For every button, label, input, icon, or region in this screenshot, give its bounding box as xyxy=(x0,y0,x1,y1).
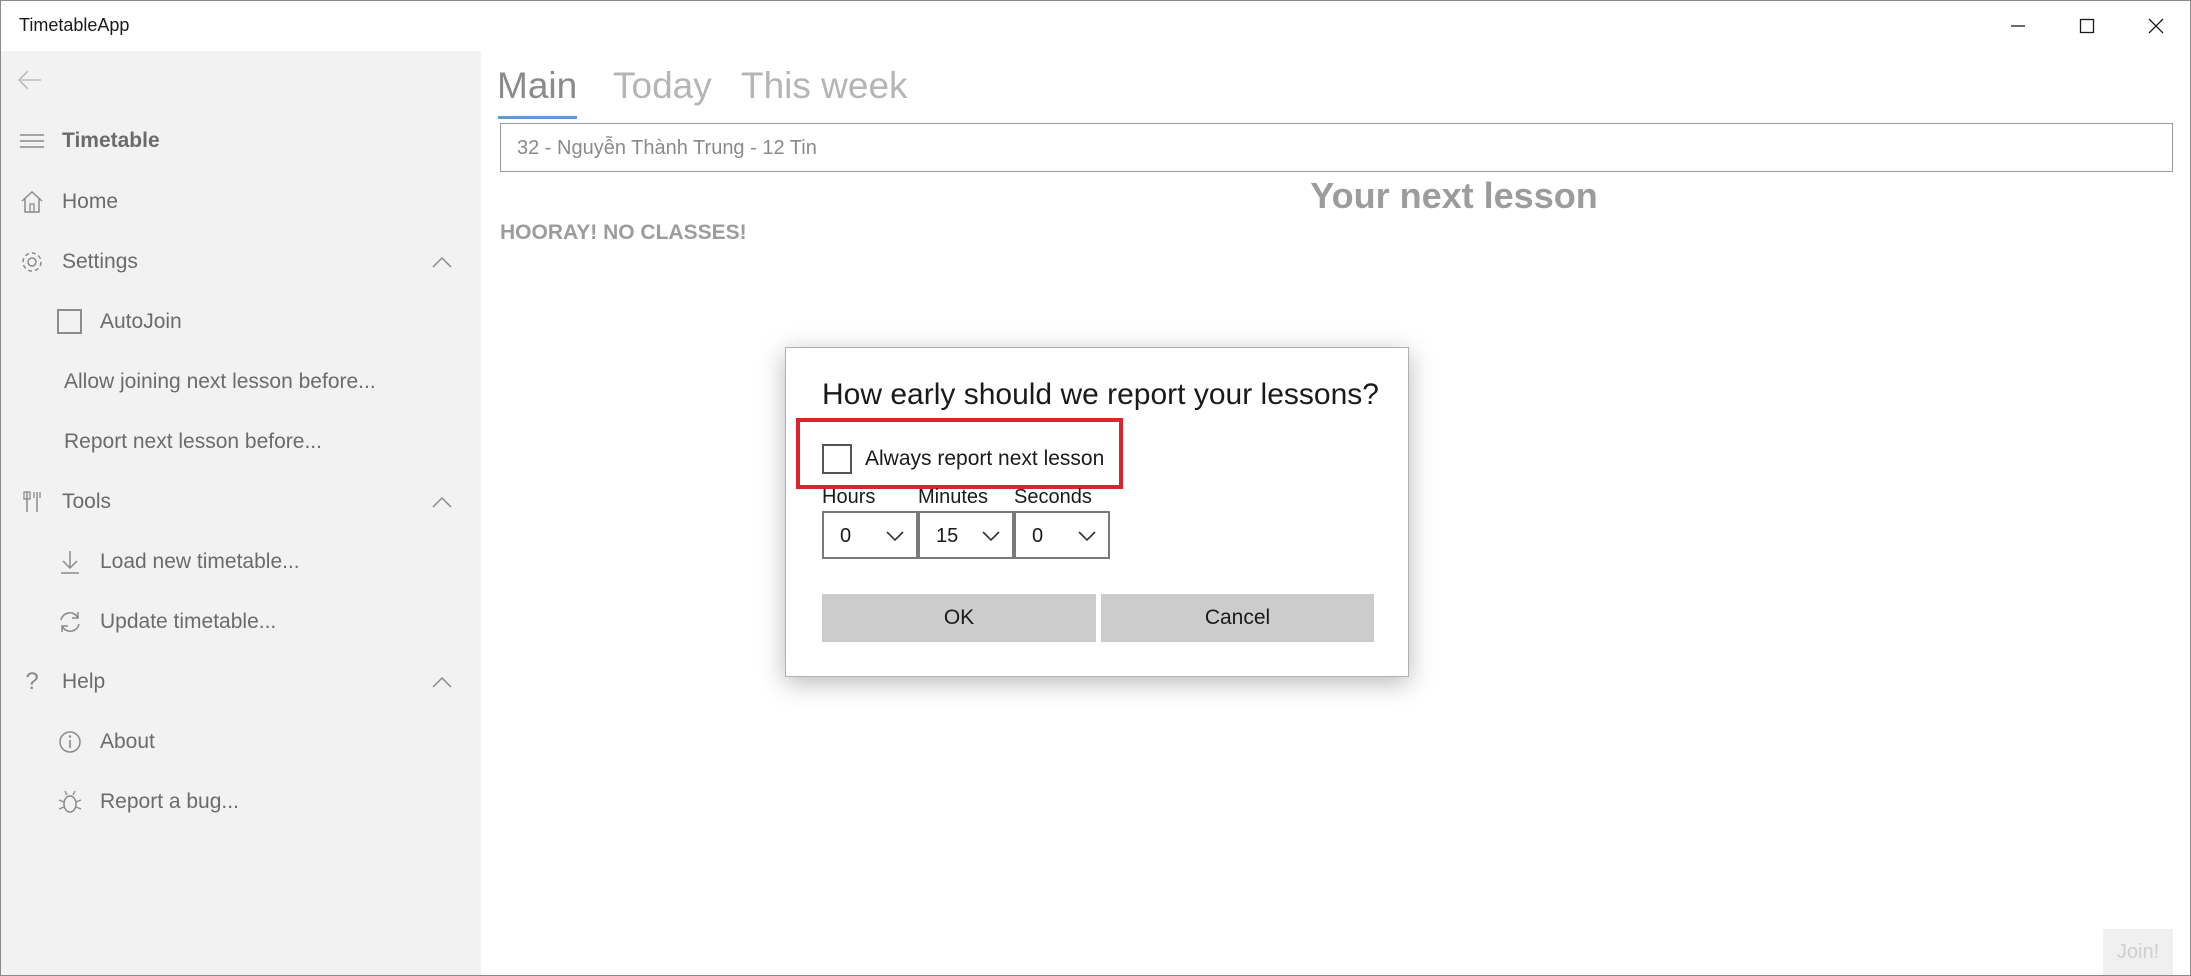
hours-select[interactable]: 0 xyxy=(822,511,918,559)
chevron-up-icon[interactable] xyxy=(429,249,455,275)
sidebar-item-load-timetable[interactable]: Load new timetable... xyxy=(1,537,481,587)
sidebar-item-label: Tools xyxy=(62,490,112,513)
sidebar-item-help[interactable]: ? Help xyxy=(1,657,481,707)
hours-value: 0 xyxy=(840,525,852,547)
next-lesson-heading: Your next lesson xyxy=(1310,175,1598,216)
chevron-down-icon xyxy=(886,531,904,542)
info-icon xyxy=(55,727,85,757)
maximize-button[interactable] xyxy=(2052,1,2122,51)
student-value: 32 - Nguyễn Thành Trung - 12 Tin xyxy=(517,137,817,159)
tab-this-week[interactable]: This week xyxy=(741,65,908,107)
dialog-title: How early should we report your lessons? xyxy=(822,378,1379,411)
ok-button[interactable]: OK xyxy=(822,594,1096,642)
sidebar-item-tools[interactable]: Tools xyxy=(1,477,481,527)
sidebar-item-about[interactable]: About xyxy=(1,717,481,767)
sidebar-item-label: Settings xyxy=(62,250,138,273)
minutes-select[interactable]: 15 xyxy=(918,511,1014,559)
title-bar: TimetableApp xyxy=(1,1,2190,51)
seconds-label: Seconds xyxy=(1014,486,1092,508)
autojoin-checkbox[interactable] xyxy=(57,309,82,334)
seconds-select[interactable]: 0 xyxy=(1014,511,1110,559)
seconds-value: 0 xyxy=(1032,525,1044,547)
lesson-status: HOORAY! NO CLASSES! xyxy=(500,221,747,244)
chevron-up-icon[interactable] xyxy=(429,489,455,515)
app-window: TimetableApp Timetable Home Settings Aut… xyxy=(0,0,2191,976)
hamburger-icon xyxy=(17,126,47,156)
home-icon xyxy=(17,187,47,217)
minutes-label: Minutes xyxy=(918,486,989,508)
tab-main[interactable]: Main xyxy=(497,65,577,107)
gear-icon xyxy=(17,247,47,277)
chevron-down-icon xyxy=(1078,531,1096,542)
close-button[interactable] xyxy=(2121,1,2190,51)
refresh-icon xyxy=(55,607,85,637)
help-icon: ? xyxy=(25,668,39,695)
sidebar-item-label: Help xyxy=(62,670,106,693)
tab-indicator xyxy=(498,116,577,119)
bug-icon xyxy=(55,787,85,817)
minutes-value: 15 xyxy=(936,525,959,547)
sidebar-item-report-next[interactable]: Report next lesson before... xyxy=(1,417,481,467)
sidebar-item-label: Load new timetable... xyxy=(100,550,300,573)
maximize-icon xyxy=(2079,18,2095,34)
always-report-checkbox[interactable] xyxy=(822,444,852,474)
tools-icon xyxy=(17,487,47,517)
sidebar-title: Timetable xyxy=(62,129,160,152)
sidebar-item-home[interactable]: Home xyxy=(1,177,481,227)
sidebar-item-label: Report a bug... xyxy=(100,790,239,813)
sidebar-item-update-timetable[interactable]: Update timetable... xyxy=(1,597,481,647)
report-timing-dialog: How early should we report your lessons?… xyxy=(785,347,1409,677)
sidebar-item-label: About xyxy=(100,730,155,753)
sidebar-item-settings[interactable]: Settings xyxy=(1,237,481,287)
tab-today[interactable]: Today xyxy=(613,65,712,107)
cancel-button[interactable]: Cancel xyxy=(1101,594,1374,642)
app-title: TimetableApp xyxy=(19,15,130,35)
close-icon xyxy=(2148,18,2164,34)
sidebar-item-autojoin[interactable]: AutoJoin xyxy=(1,297,481,347)
chevron-down-icon xyxy=(982,531,1000,542)
back-arrow-icon xyxy=(17,70,41,90)
minimize-button[interactable] xyxy=(1983,1,2053,51)
sidebar-header[interactable]: Timetable xyxy=(1,116,481,166)
hours-label: Hours xyxy=(822,486,876,508)
sidebar-item-label: Allow joining next lesson before... xyxy=(64,370,376,393)
sidebar-item-label: AutoJoin xyxy=(100,310,182,333)
sidebar: Timetable Home Settings AutoJoin Allow j… xyxy=(1,51,481,975)
back-button[interactable] xyxy=(15,65,55,95)
sidebar-item-allow-joining[interactable]: Allow joining next lesson before... xyxy=(1,357,481,407)
join-button[interactable]: Join! xyxy=(2103,929,2173,975)
always-report-label: Always report next lesson xyxy=(865,447,1105,470)
minimize-icon xyxy=(2011,25,2025,27)
chevron-up-icon[interactable] xyxy=(429,669,455,695)
sidebar-item-label: Update timetable... xyxy=(100,610,277,633)
student-select[interactable]: 32 - Nguyễn Thành Trung - 12 Tin xyxy=(500,123,2173,172)
sidebar-item-label: Home xyxy=(62,190,119,213)
download-icon xyxy=(55,547,85,577)
sidebar-item-label: Report next lesson before... xyxy=(64,430,322,453)
sidebar-item-report-bug[interactable]: Report a bug... xyxy=(1,777,481,827)
always-report-option[interactable]: Always report next lesson xyxy=(822,444,1104,474)
